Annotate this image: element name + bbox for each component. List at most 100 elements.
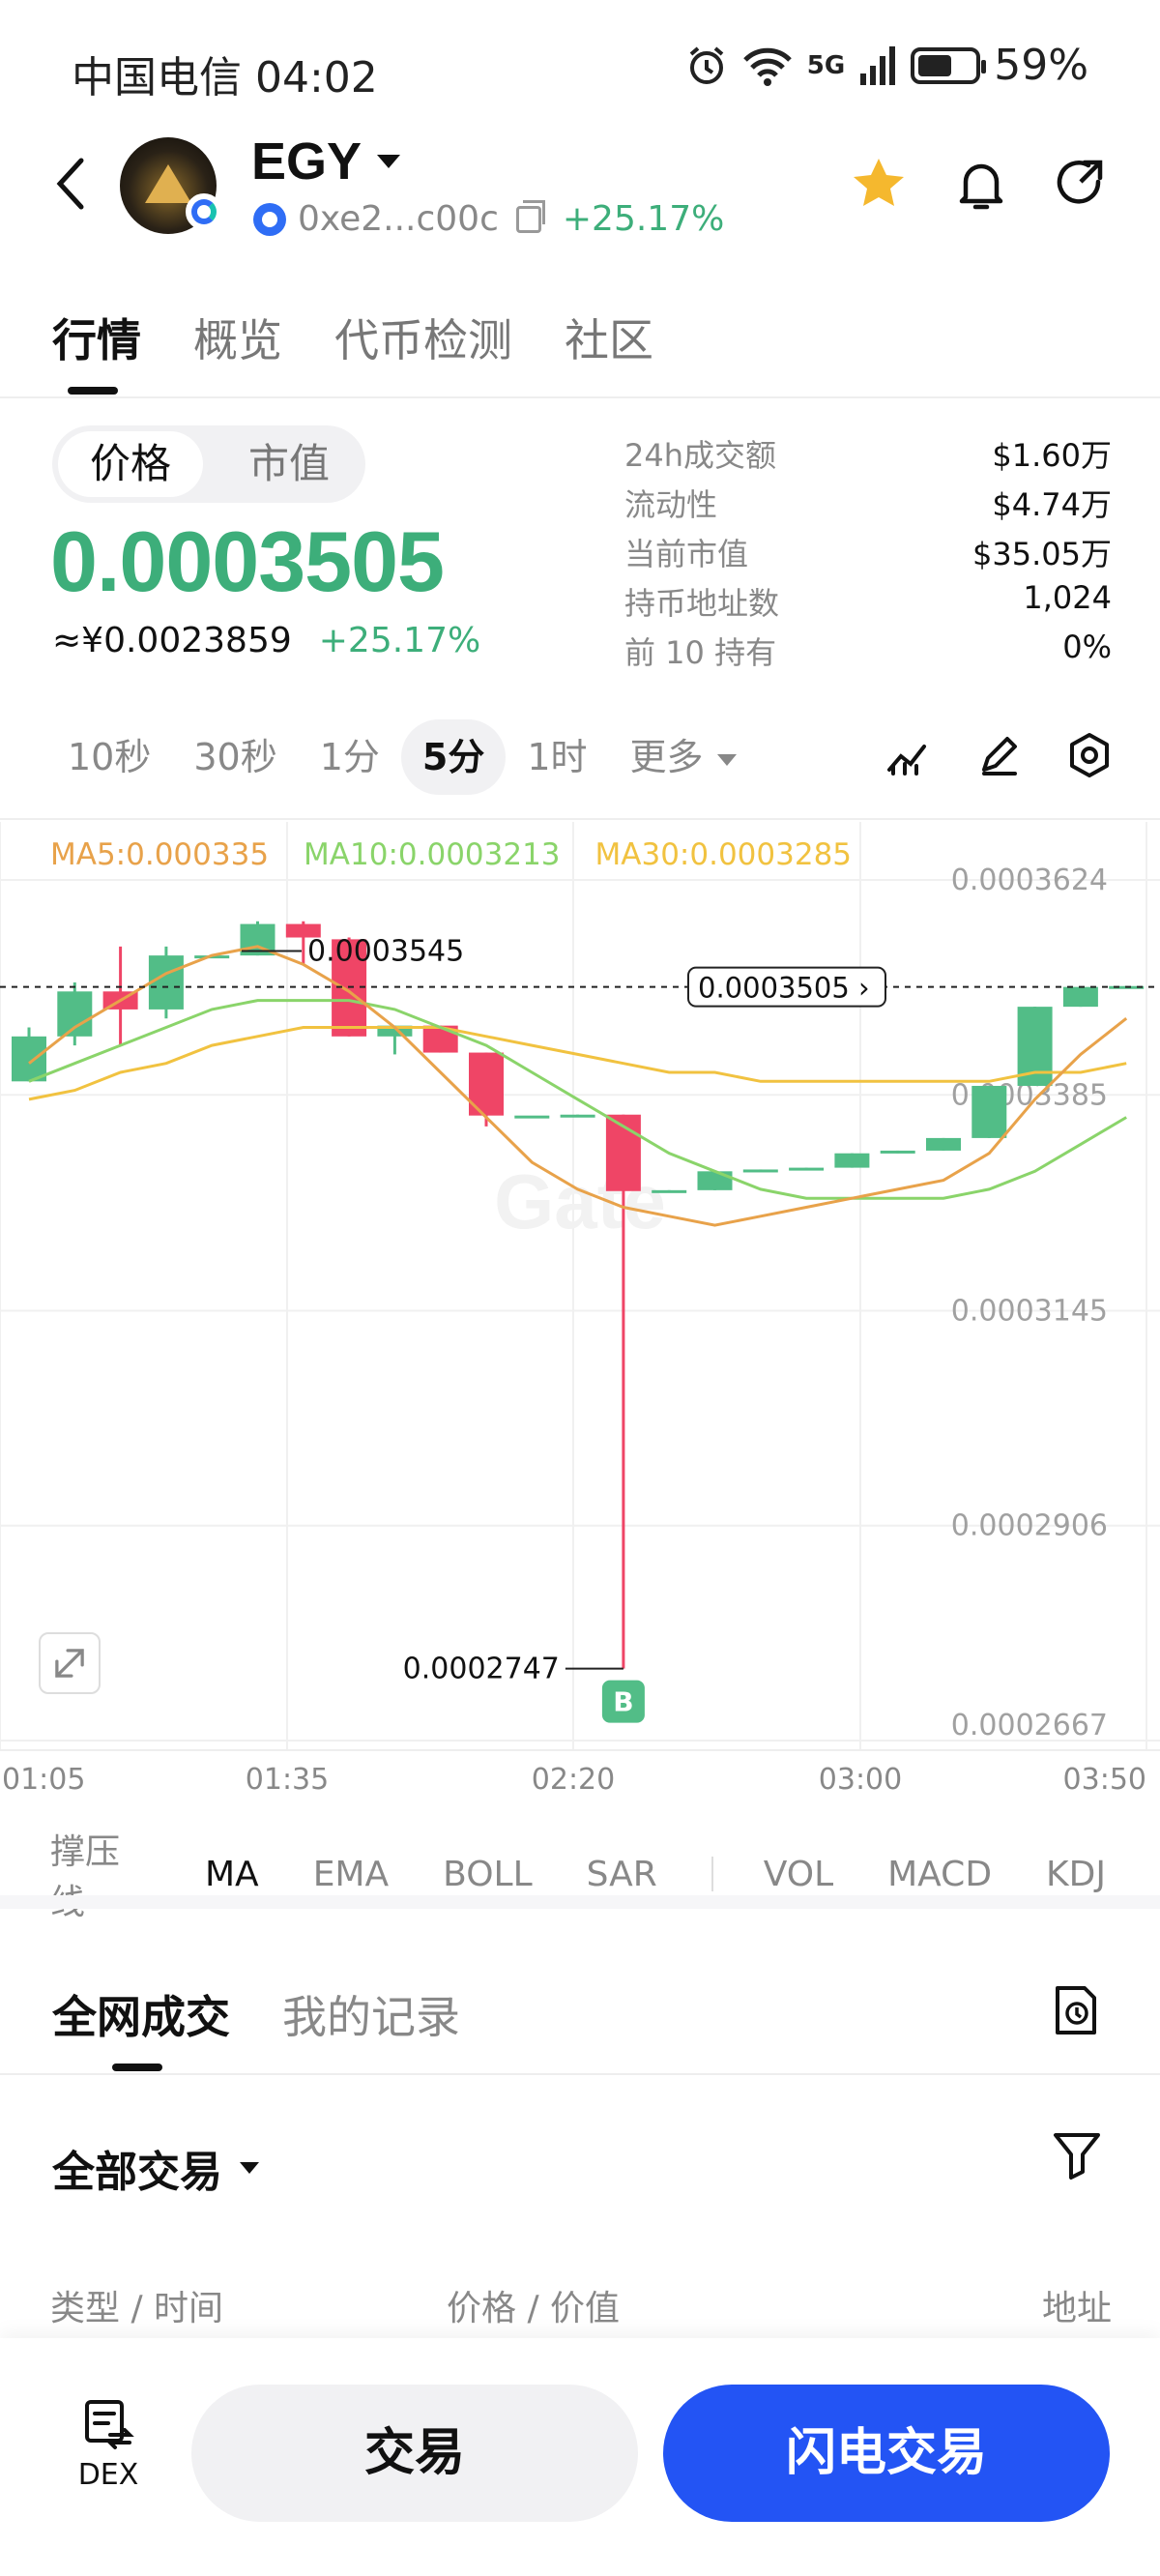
stat-row: 前 10 持有 0% [624,629,1112,678]
price-change: +25.17% [562,199,725,239]
tf-5m[interactable]: 5分 [400,719,507,795]
tf-more[interactable]: 更多 [609,719,758,795]
price-marketcap-toggle[interactable]: 价格 市值 [52,425,365,503]
price-chart[interactable]: Gate 0.0003624 0.0003385 0.0003145 0.0002906… [0,822,1160,1799]
bell-icon[interactable] [949,153,1013,217]
trade-filter[interactable]: 全部交易 [52,2137,259,2199]
dex-icon [85,2400,134,2449]
stat-label: 前 10 持有 [624,634,777,671]
tab-token-check[interactable]: 代币检测 [334,306,512,369]
stat-label: 持币地址数 [624,585,780,622]
indicator-bar: 撑压线 MA EMA BOLL SAR VOL MACD KDJ [50,1824,1160,1924]
candle-body [972,1085,1007,1138]
copy-icon[interactable] [515,199,545,233]
x-tick-label: 02:20 [532,1763,615,1797]
trade-tabs: 全网成交 我的记录 [52,1982,460,2046]
stat-row: 当前市值 $35.05万 [624,530,1112,579]
tab-indicator [112,2064,162,2071]
candle-body [834,1153,870,1168]
dropdown-caret-icon[interactable] [377,155,400,168]
draw-icon[interactable] [974,731,1023,779]
expand-icon[interactable] [39,1632,101,1694]
ma30-label: MA30:0.0003285 [594,837,853,872]
tab-my-records[interactable]: 我的记录 [282,1982,460,2046]
star-icon[interactable] [847,153,911,217]
stat-value: 0% [1062,629,1112,665]
stat-row: 流动性 $4.74万 [624,481,1112,530]
candlestick-chart[interactable]: Gate0.00036240.00033850.00031450.0002906… [0,822,1160,1799]
candle-body [57,991,93,1037]
filter-icon[interactable] [1050,2127,1104,2181]
candle-body [697,1171,733,1190]
ind-ma[interactable]: MA [205,1855,259,1894]
alarm-icon [689,45,724,84]
ma10-label: MA10:0.0003213 [304,837,561,872]
ind-ema[interactable]: EMA [313,1855,389,1894]
low-price-label: 0.0002747 [403,1653,560,1686]
toggle-price[interactable]: 价格 [58,431,203,497]
flash-trade-button[interactable]: 闪电交易 [663,2385,1110,2522]
back-icon[interactable] [52,155,91,213]
ma-legend: MA5:0.000335 MA10:0.0003213 MA30:0.00032… [50,837,852,872]
tf-10s[interactable]: 10秒 [46,719,172,795]
timeframe-bar: 10秒 30秒 1分 5分 1时 更多 [46,719,758,795]
candle-body [148,955,184,1010]
ind-sar[interactable]: SAR [587,1855,657,1894]
y-tick-label: 0.0003145 [951,1294,1108,1328]
tf-1m[interactable]: 1分 [299,719,401,795]
battery-level: 59% [994,41,1088,90]
x-tick-label: 01:05 [2,1763,85,1797]
share-icon[interactable] [1050,153,1114,217]
stat-value: $1.60万 [992,437,1112,474]
y-tick-label: 0.0002906 [951,1509,1108,1543]
y-tick-label: 0.0003624 [951,864,1108,897]
cny-price-row: ≈¥0.0023859 +25.17% [52,621,480,660]
contract-address: 0xe2...c00c [298,199,499,239]
current-price-label: 0.0003505 › [698,972,870,1005]
main-tabs: 行情 概览 代币检测 社区 [52,306,653,369]
col-address: 地址 [1041,2289,1112,2328]
stat-label: 流动性 [624,486,718,523]
tab-all-trades[interactable]: 全网成交 [52,1982,230,2046]
stat-row: 持币地址数 1,024 [624,579,1112,629]
token-symbol[interactable]: EGY [251,132,362,191]
token-avatar [120,137,222,234]
ind-boll[interactable]: BOLL [443,1855,533,1894]
ind-vol[interactable]: VOL [764,1855,833,1894]
stat-value: $35.05万 [972,536,1112,572]
high-price-label: 0.0003545 [307,934,464,968]
ind-kdj[interactable]: KDJ [1046,1855,1106,1894]
ind-macd[interactable]: MACD [887,1855,992,1894]
candle-body [789,1167,825,1171]
tf-30s[interactable]: 30秒 [172,719,298,795]
section-gap [0,1895,1160,1909]
ind-support[interactable]: 撑压线 [50,1824,151,1924]
trade-button[interactable]: 交易 [191,2385,638,2522]
cny-price: ≈¥0.0023859 [52,621,292,660]
dex-button[interactable]: DEX [70,2396,147,2492]
divider [710,1857,713,1891]
candle-body [652,1189,687,1193]
indicator-icon[interactable] [884,731,932,779]
col-type-time: 类型 / 时间 [50,2289,224,2328]
candle-body [742,1169,778,1173]
tab-overview[interactable]: 概览 [193,306,282,369]
filter-label[interactable]: 全部交易 [52,2137,222,2199]
candle-body [514,1115,550,1119]
tab-community[interactable]: 社区 [565,306,653,369]
tab-indicator [68,387,118,395]
settings-icon[interactable] [1065,731,1114,779]
stat-label: 24h成交额 [624,437,777,474]
candle-body [12,1036,46,1082]
candle-body [1062,986,1098,1008]
tf-1h[interactable]: 1时 [506,719,608,795]
stat-row: 24h成交额 $1.60万 [624,431,1112,481]
toggle-marketcap[interactable]: 市值 [217,431,362,497]
history-icon[interactable] [1048,1982,1104,2038]
stat-value: 1,024 [1023,579,1112,616]
divider [0,818,1160,820]
tab-market[interactable]: 行情 [52,306,141,369]
stat-label: 当前市值 [624,536,749,572]
chain-badge [186,193,222,230]
cny-change: +25.17% [318,621,481,660]
